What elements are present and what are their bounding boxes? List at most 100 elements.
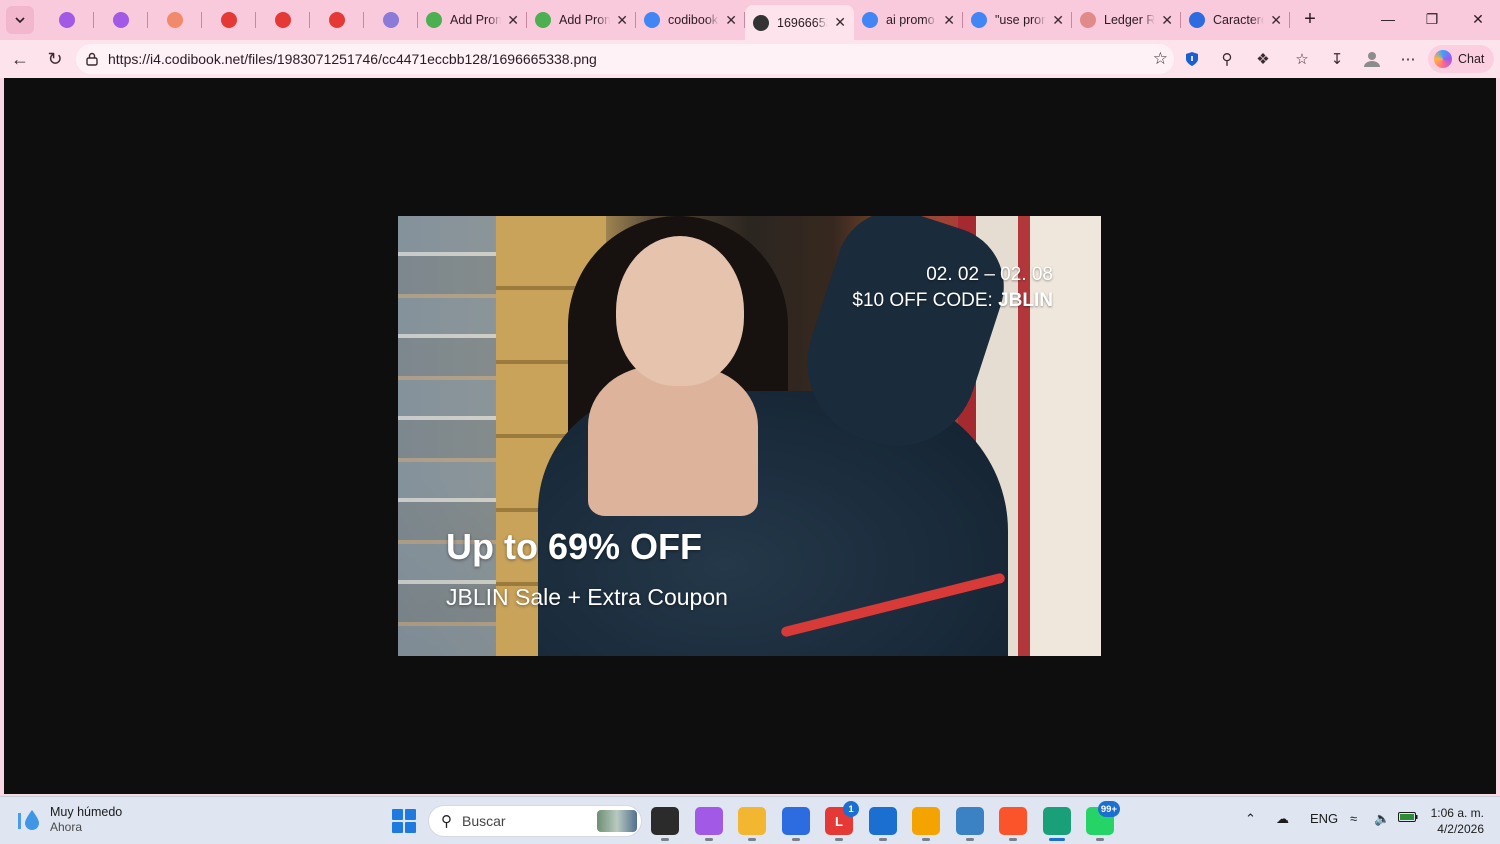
brave-icon[interactable] <box>999 807 1027 841</box>
edge-icon[interactable] <box>1042 807 1071 841</box>
google-icon <box>971 12 987 28</box>
extensions-icon[interactable]: ❖ <box>1252 48 1274 70</box>
pinned-tab[interactable] <box>310 5 364 35</box>
running-indicator <box>1009 838 1017 841</box>
red-circle-icon <box>329 12 345 28</box>
l-app-icon[interactable]: L1 <box>825 801 859 841</box>
copilot-chat-button[interactable]: Chat <box>1428 45 1494 73</box>
notification-badge: 99+ <box>1097 801 1120 817</box>
pinned-tab[interactable] <box>40 5 94 35</box>
pinned-tab[interactable] <box>202 5 256 35</box>
promo-code: JBLIN <box>998 290 1053 311</box>
red-circle-icon <box>221 12 237 28</box>
volume-muted-icon[interactable]: 🔈 <box>1374 811 1390 827</box>
close-tab-icon[interactable]: ✕ <box>1052 12 1064 29</box>
pinned-tab[interactable] <box>364 5 418 35</box>
star-icon[interactable]: ☆ <box>1153 49 1168 69</box>
heart-icon <box>383 12 399 28</box>
purple-bookmark-icon <box>59 12 75 28</box>
tab-title: Ledger Re <box>1104 13 1156 27</box>
more-options-icon[interactable]: ⋯ <box>1397 48 1419 70</box>
close-tab-icon[interactable]: ✕ <box>943 12 955 29</box>
browser-tab[interactable]: Ledger Re ✕ <box>1072 5 1181 35</box>
address-toolbar: ← ↻ https://i4.codibook.net/files/198307… <box>0 40 1500 78</box>
copilot-icon[interactable] <box>694 807 723 841</box>
address-bar[interactable]: https://i4.codibook.net/files/1983071251… <box>76 44 1174 74</box>
green-check-icon <box>426 12 442 28</box>
download-icon[interactable]: ↧ <box>1326 48 1348 70</box>
browser-tab[interactable]: Add Prom ✕ <box>527 5 636 35</box>
app-letter: L <box>835 813 843 829</box>
chat-label: Chat <box>1458 52 1485 66</box>
shield-icon[interactable] <box>1181 48 1203 70</box>
minimize-button[interactable]: — <box>1366 0 1410 38</box>
browser-tab[interactable]: codibook ✕ <box>636 5 745 35</box>
new-tab-button[interactable]: + <box>1296 5 1324 33</box>
outlook-icon[interactable] <box>868 807 897 841</box>
tab-title: ai promo c <box>886 13 937 27</box>
wifi-icon[interactable]: ≈ <box>1350 811 1357 826</box>
pinned-tab[interactable] <box>148 5 202 35</box>
close-tab-icon[interactable]: ✕ <box>1270 12 1282 29</box>
browser-tab[interactable]: Caracteres ✕ <box>1181 5 1290 35</box>
promo-subline: JBLIN Sale + Extra Coupon <box>446 584 728 610</box>
promo-code-line: $10 OFF CODE: JBLIN <box>852 288 1053 314</box>
notepad-icon[interactable] <box>955 807 984 841</box>
url-text[interactable]: https://i4.codibook.net/files/1983071251… <box>108 51 597 67</box>
tab-actions-menu-button[interactable] <box>6 6 34 34</box>
taskbar-search[interactable]: ⚲ Buscar <box>428 805 642 837</box>
butterfly-icon <box>167 12 183 28</box>
red-circle-icon <box>275 12 291 28</box>
reload-button[interactable]: ↻ <box>41 45 69 73</box>
file-explorer-icon[interactable] <box>738 807 766 841</box>
profile-avatar-icon[interactable] <box>1361 48 1383 70</box>
tab-title: "use prom <box>995 13 1047 27</box>
notification-badge: 1 <box>843 801 859 817</box>
chrome-like-icon[interactable] <box>912 807 940 841</box>
running-indicator <box>835 838 843 841</box>
taskbar: Muy húmedo Ahora ⚲ Buscar L 1 99+ ⌃ ☁ ENG … <box>0 796 1500 844</box>
cloud-off-icon[interactable]: ☁ <box>1276 811 1289 827</box>
model-face <box>616 236 744 386</box>
promo-banner-image[interactable]: 02. 02 – 02. 08 $10 OFF CODE: JBLIN Up t… <box>398 216 1101 656</box>
pinned-tab[interactable] <box>256 5 310 35</box>
weather-subtitle: Ahora <box>50 820 83 834</box>
chevron-up-icon[interactable]: ⌃ <box>1245 811 1256 827</box>
search-highlight-image <box>597 810 637 832</box>
close-tab-icon[interactable]: ✕ <box>834 14 846 31</box>
zoom-icon[interactable]: ⚲ <box>1216 48 1238 70</box>
battery-icon[interactable] <box>1398 811 1418 826</box>
reload-icon: ↻ <box>47 48 63 69</box>
start-button[interactable] <box>392 809 416 833</box>
restore-button[interactable]: ❐ <box>1410 0 1454 38</box>
globe-icon <box>753 14 769 31</box>
model-shoulders <box>588 366 758 516</box>
browser-tab[interactable]: Add Prom ✕ <box>418 5 527 35</box>
favorites-icon[interactable]: ☆ <box>1291 48 1313 70</box>
close-window-button[interactable]: ✕ <box>1456 0 1500 38</box>
close-tab-icon[interactable]: ✕ <box>725 12 737 29</box>
promo-headline: Up to 69% OFF <box>446 526 703 567</box>
taskview-icon[interactable] <box>651 807 679 841</box>
promo-date-range: 02. 02 – 02. 08 <box>926 264 1053 285</box>
tab-title: Caracteres <box>1213 13 1264 27</box>
weather-widget[interactable]: Muy húmedo Ahora <box>16 805 122 835</box>
whatsapp-icon[interactable]: 99+ <box>1086 801 1120 841</box>
pinned-tab[interactable] <box>94 5 148 35</box>
system-clock[interactable]: 1:06 a. m. 4/2/2026 <box>1430 805 1484 837</box>
browser-tab[interactable]: 16966653 ✕ <box>745 5 854 40</box>
browser-tab[interactable]: ai promo c ✕ <box>854 5 963 35</box>
close-tab-icon[interactable]: ✕ <box>507 12 519 29</box>
back-button[interactable]: ← <box>6 45 34 73</box>
language-indicator[interactable]: ENG <box>1310 811 1338 826</box>
weather-title: Muy húmedo <box>50 805 123 819</box>
tab-title: codibook <box>668 13 719 27</box>
close-tab-icon[interactable]: ✕ <box>1161 12 1173 29</box>
close-tab-icon[interactable]: ✕ <box>616 12 628 29</box>
running-indicator <box>1096 838 1104 841</box>
tab-strip: Add Prom ✕ Add Prom ✕ codibook ✕ 16966653 ✕ ai p… <box>0 0 1500 40</box>
store-icon[interactable] <box>781 807 810 841</box>
running-indicator <box>965 838 974 841</box>
browser-tab[interactable]: "use prom ✕ <box>963 5 1072 35</box>
lock-icon[interactable] <box>84 51 100 67</box>
